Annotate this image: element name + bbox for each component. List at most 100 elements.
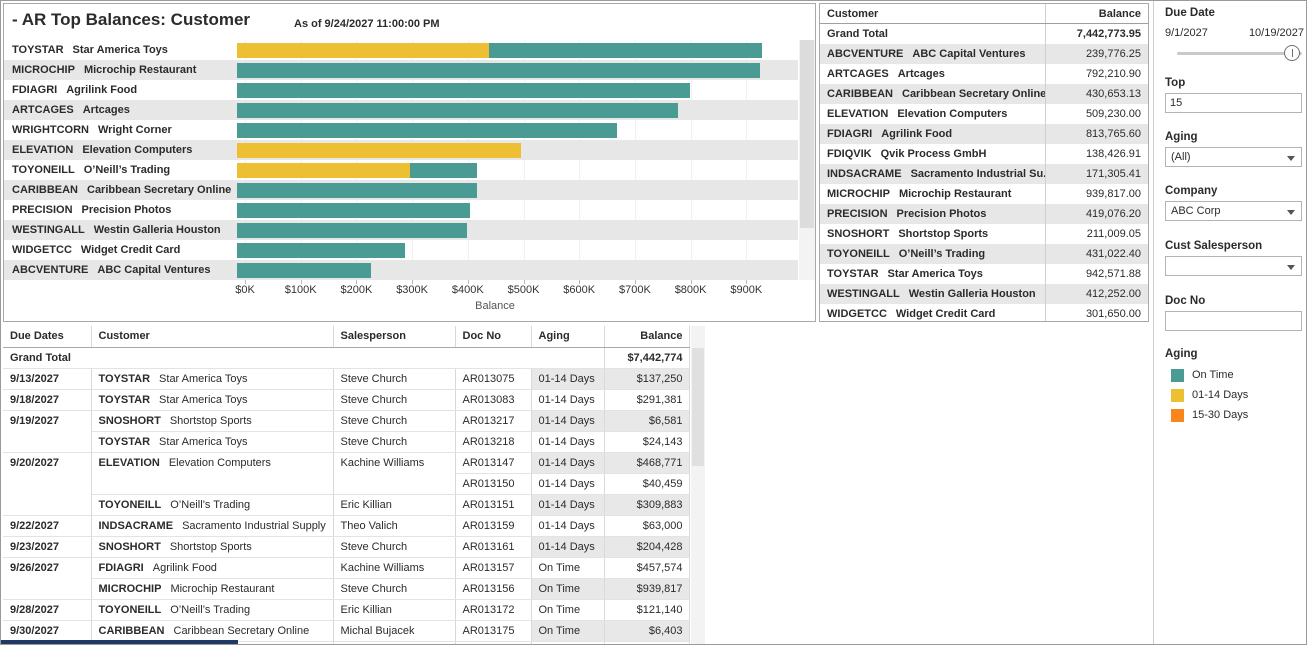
due-date-cell[interactable]: 9/18/2027 — [3, 390, 91, 411]
summary-row[interactable]: MICROCHIPMicrochip Restaurant939,817.00 — [820, 184, 1148, 204]
balance-cell[interactable]: $204,428 — [604, 537, 689, 558]
summary-header-customer[interactable]: Customer — [820, 4, 1046, 23]
summary-customer-cell[interactable]: WESTINGALLWestin Galleria Houston — [820, 284, 1046, 304]
due-date-cell[interactable]: 9/26/2027 — [3, 558, 91, 600]
doc-no-cell[interactable]: AR013161 — [455, 537, 531, 558]
summary-row[interactable]: ARTCAGESArtcages792,210.90 — [820, 64, 1148, 84]
summary-balance-cell[interactable]: 419,076.20 — [1046, 204, 1148, 224]
balance-cell[interactable]: $6,403 — [604, 621, 689, 642]
aging-cell[interactable]: On Time — [531, 642, 604, 645]
company-dropdown[interactable]: ABC Corp — [1165, 201, 1302, 221]
summary-customer-cell[interactable]: TOYSTARStar America Toys — [820, 264, 1046, 284]
salesperson-cell[interactable]: Steve Church — [333, 537, 455, 558]
summary-balance-cell[interactable]: 942,571.88 — [1046, 264, 1148, 284]
aging-cell[interactable]: 01-14 Days — [531, 516, 604, 537]
aging-cell[interactable]: 01-14 Days — [531, 537, 604, 558]
bar-row-label[interactable]: FDIAGRIAgrilink Food — [4, 80, 237, 100]
bar-segment[interactable] — [237, 163, 410, 178]
bar-row-label[interactable]: CARIBBEANCaribbean Secretary Online — [4, 180, 237, 200]
due-date-cell[interactable]: 9/28/2027 — [3, 600, 91, 621]
salesperson-cell[interactable]: Michal Bujacek — [333, 621, 455, 642]
summary-balance-cell[interactable]: 138,426.91 — [1046, 144, 1148, 164]
summary-header-balance[interactable]: Balance — [1046, 4, 1148, 23]
bar-row-label[interactable]: MICROCHIPMicrochip Restaurant — [4, 60, 237, 80]
balance-cell[interactable]: $468,771 — [604, 453, 689, 474]
summary-row[interactable]: FDIAGRIAgrilink Food813,765.60 — [820, 124, 1148, 144]
salesperson-cell[interactable]: Theo Valich — [333, 516, 455, 537]
doc-no-cell[interactable]: AR013159 — [455, 516, 531, 537]
customer-cell[interactable]: SNOSHORTShortstop Sports — [91, 411, 333, 432]
customer-cell[interactable]: CARIBBEANCaribbean Secretary Online — [91, 621, 333, 642]
summary-customer-cell[interactable]: MICROCHIPMicrochip Restaurant — [820, 184, 1046, 204]
due-date-slider-handle[interactable] — [1284, 45, 1300, 61]
summary-row[interactable]: SNOSHORTShortstop Sports211,009.05 — [820, 224, 1148, 244]
summary-customer-cell[interactable]: FDIAGRIAgrilink Food — [820, 124, 1046, 144]
detail-header-doc-no[interactable]: Doc No — [455, 326, 531, 348]
aging-cell[interactable]: 01-14 Days — [531, 411, 604, 432]
doc-no-input[interactable] — [1165, 311, 1302, 331]
detail-vertical-scrollbar[interactable] — [691, 326, 705, 645]
summary-row[interactable]: WESTINGALLWestin Galleria Houston412,252… — [820, 284, 1148, 304]
detail-row[interactable]: 9/19/2027SNOSHORTShortstop SportsSteve C… — [3, 411, 689, 432]
summary-row[interactable]: Grand Total7,442,773.95 — [820, 24, 1148, 44]
summary-balance-cell[interactable]: 792,210.90 — [1046, 64, 1148, 84]
top-input[interactable] — [1165, 93, 1302, 113]
bar-segment[interactable] — [410, 163, 477, 178]
bar-row-label[interactable]: ABCVENTUREABC Capital Ventures — [4, 260, 237, 280]
bar-row-label[interactable]: WRIGHTCORNWright Corner — [4, 120, 237, 140]
customer-cell[interactable]: TOYSTARStar America Toys — [91, 369, 333, 390]
doc-no-cell[interactable]: AR013175 — [455, 621, 531, 642]
doc-no-cell[interactable]: AR013172 — [455, 600, 531, 621]
detail-header-balance[interactable]: Balance — [604, 326, 689, 348]
bar-segment[interactable] — [237, 243, 405, 258]
detail-row[interactable]: 9/13/2027TOYSTARStar America ToysSteve C… — [3, 369, 689, 390]
due-date-cell[interactable]: 9/20/2027 — [3, 453, 91, 516]
detail-row[interactable]: TOYONEILLO’Neill’s TradingEric KillianAR… — [3, 495, 689, 516]
bar-segment[interactable] — [489, 43, 762, 58]
detail-row[interactable]: MICROCHIPMicrochip RestaurantSteve Churc… — [3, 579, 689, 600]
summary-customer-cell[interactable]: WIDGETCCWidget Credit Card — [820, 304, 1046, 322]
summary-balance-cell[interactable]: 431,022.40 — [1046, 244, 1148, 264]
aging-dropdown[interactable]: (All) — [1165, 147, 1302, 167]
bar-row-label[interactable]: WIDGETCCWidget Credit Card — [4, 240, 237, 260]
aging-cell[interactable]: 01-14 Days — [531, 369, 604, 390]
summary-balance-cell[interactable]: 430,653.13 — [1046, 84, 1148, 104]
balance-cell[interactable]: $40,459 — [604, 474, 689, 495]
bar-row-label[interactable]: PRECISIONPrecision Photos — [4, 200, 237, 220]
bar-row-label[interactable]: TOYONEILLO’Neill’s Trading — [4, 160, 237, 180]
summary-customer-cell[interactable]: CARIBBEANCaribbean Secretary Online — [820, 84, 1046, 104]
summary-balance-cell[interactable]: 171,305.41 — [1046, 164, 1148, 184]
doc-no-cell[interactable]: AR013156 — [455, 579, 531, 600]
legend-item[interactable]: On Time — [1171, 365, 1307, 385]
bar-segment[interactable] — [237, 43, 489, 58]
bar-segment[interactable] — [237, 143, 521, 158]
doc-no-cell[interactable]: AR013217 — [455, 411, 531, 432]
summary-row[interactable]: INDSACRAMESacramento Industrial Su..171,… — [820, 164, 1148, 184]
balance-cell[interactable]: $63,000 — [604, 516, 689, 537]
aging-cell[interactable]: 01-14 Days — [531, 432, 604, 453]
bar-segment[interactable] — [237, 103, 678, 118]
customer-cell[interactable]: TOYSTARStar America Toys — [91, 432, 333, 453]
doc-no-cell[interactable]: AR013157 — [455, 558, 531, 579]
detail-row[interactable]: 9/23/2027SNOSHORTShortstop SportsSteve C… — [3, 537, 689, 558]
salesperson-cell[interactable]: Kachine Williams — [333, 558, 455, 579]
balance-cell[interactable]: $412,252 — [604, 642, 689, 645]
salesperson-cell[interactable]: Eric Killian — [333, 642, 455, 645]
summary-row[interactable]: TOYONEILLO’Neill’s Trading431,022.40 — [820, 244, 1148, 264]
legend-item[interactable]: 01-14 Days — [1171, 385, 1307, 405]
detail-row[interactable]: 9/30/2027CARIBBEANCaribbean Secretary On… — [3, 621, 689, 642]
due-date-cell[interactable]: 9/30/2027 — [3, 621, 91, 642]
salesperson-cell[interactable]: Eric Killian — [333, 600, 455, 621]
summary-customer-cell[interactable]: Grand Total — [820, 24, 1046, 44]
summary-customer-cell[interactable]: ARTCAGESArtcages — [820, 64, 1046, 84]
doc-no-cell[interactable]: AR013147 — [455, 453, 531, 474]
detail-row[interactable]: 9/22/2027INDSACRAMESacramento Industrial… — [3, 516, 689, 537]
aging-cell[interactable]: 01-14 Days — [531, 474, 604, 495]
summary-row[interactable]: FDIQVIKQvik Process GmbH138,426.91 — [820, 144, 1148, 164]
doc-no-cell[interactable]: AR013218 — [455, 432, 531, 453]
detail-row[interactable]: TOYSTARStar America ToysSteve ChurchAR01… — [3, 432, 689, 453]
summary-row[interactable]: ABCVENTUREABC Capital Ventures239,776.25 — [820, 44, 1148, 64]
doc-no-cell[interactable]: AR013150 — [455, 474, 531, 495]
summary-customer-cell[interactable]: SNOSHORTShortstop Sports — [820, 224, 1046, 244]
doc-no-cell[interactable]: AR013075 — [455, 369, 531, 390]
